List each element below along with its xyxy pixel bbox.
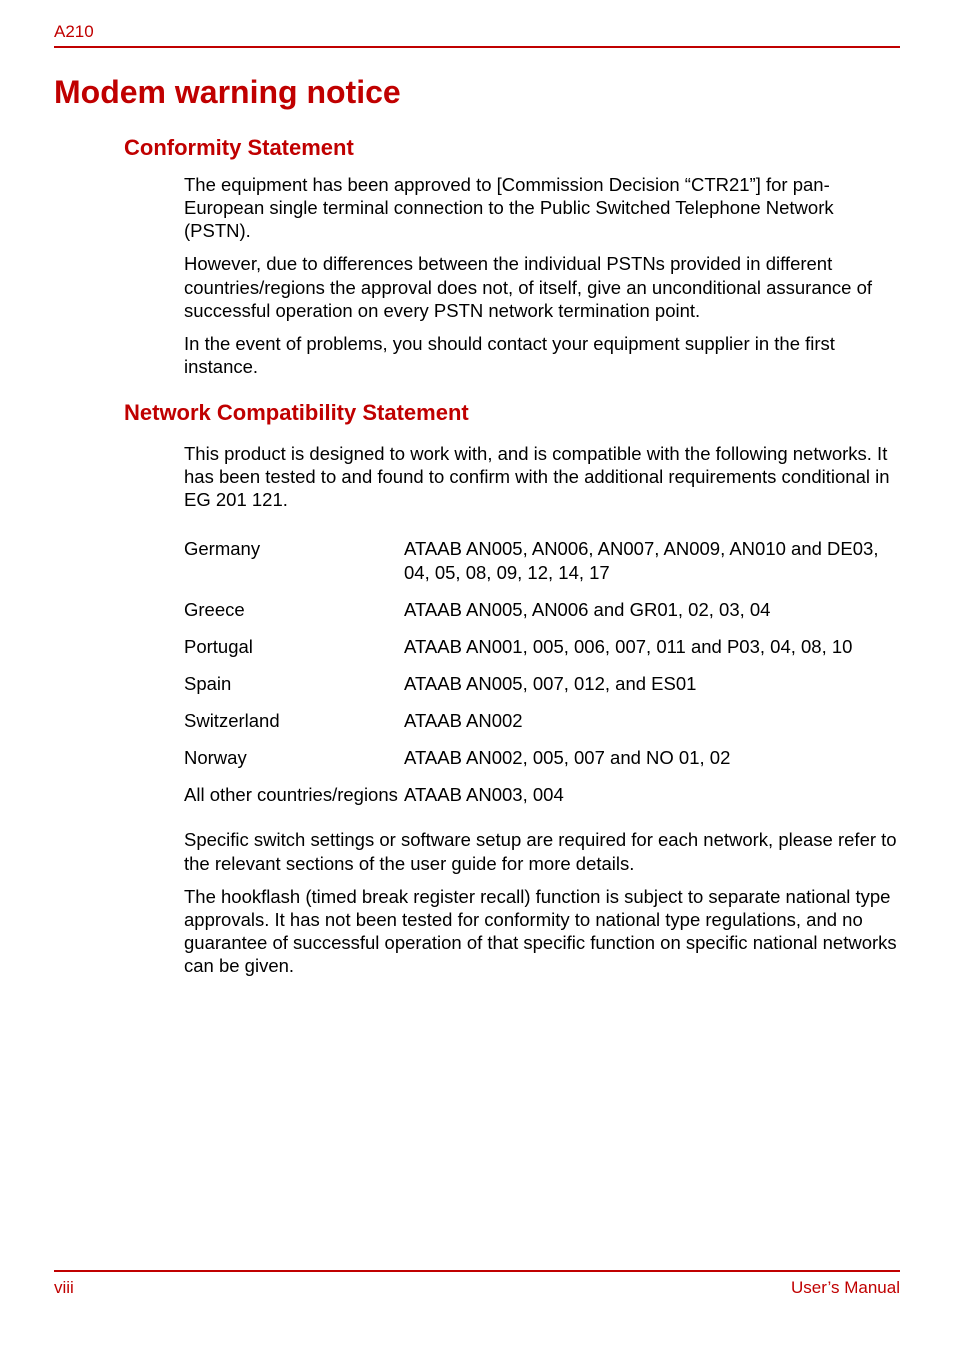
network-table: Germany ATAAB AN005, AN006, AN007, AN009… xyxy=(184,537,900,806)
codes-cell: ATAAB AN002 xyxy=(404,709,900,732)
footer-rule xyxy=(54,1270,900,1272)
network-intro: This product is designed to work with, a… xyxy=(184,442,900,511)
country-cell: All other countries/regions xyxy=(184,783,404,806)
country-cell: Germany xyxy=(184,537,404,560)
network-p-after1: Specific switch settings or software set… xyxy=(184,828,900,874)
country-cell: Norway xyxy=(184,746,404,769)
network-p-after2: The hookflash (timed break register reca… xyxy=(184,885,900,978)
table-row: Greece ATAAB AN005, AN006 and GR01, 02, … xyxy=(184,598,900,621)
codes-cell: ATAAB AN001, 005, 006, 007, 011 and P03,… xyxy=(404,635,900,658)
codes-cell: ATAAB AN005, AN006, AN007, AN009, AN010 … xyxy=(404,537,900,583)
conformity-p2: However, due to differences between the … xyxy=(184,252,900,321)
footer-manual-label: User’s Manual xyxy=(791,1278,900,1298)
codes-cell: ATAAB AN002, 005, 007 and NO 01, 02 xyxy=(404,746,900,769)
codes-cell: ATAAB AN005, 007, 012, and ES01 xyxy=(404,672,900,695)
network-heading: Network Compatibility Statement xyxy=(124,400,900,426)
codes-cell: ATAAB AN005, AN006 and GR01, 02, 03, 04 xyxy=(404,598,900,621)
section-network: Network Compatibility Statement This pro… xyxy=(54,400,900,977)
footer-page-number: viii xyxy=(54,1278,74,1298)
table-row: Germany ATAAB AN005, AN006, AN007, AN009… xyxy=(184,537,900,583)
country-cell: Greece xyxy=(184,598,404,621)
footer: viii User’s Manual xyxy=(54,1270,900,1298)
country-cell: Portugal xyxy=(184,635,404,658)
conformity-p3: In the event of problems, you should con… xyxy=(184,332,900,378)
table-row: Spain ATAAB AN005, 007, 012, and ES01 xyxy=(184,672,900,695)
conformity-heading: Conformity Statement xyxy=(124,135,900,161)
country-cell: Spain xyxy=(184,672,404,695)
header-rule xyxy=(54,46,900,48)
table-row: Switzerland ATAAB AN002 xyxy=(184,709,900,732)
codes-cell: ATAAB AN003, 004 xyxy=(404,783,900,806)
country-cell: Switzerland xyxy=(184,709,404,732)
page-title: Modem warning notice xyxy=(54,74,900,111)
section-conformity: Conformity Statement The equipment has b… xyxy=(54,135,900,378)
conformity-p1: The equipment has been approved to [Comm… xyxy=(184,173,900,242)
header-model: A210 xyxy=(54,22,900,46)
table-row: All other countries/regions ATAAB AN003,… xyxy=(184,783,900,806)
table-row: Norway ATAAB AN002, 005, 007 and NO 01, … xyxy=(184,746,900,769)
table-row: Portugal ATAAB AN001, 005, 006, 007, 011… xyxy=(184,635,900,658)
